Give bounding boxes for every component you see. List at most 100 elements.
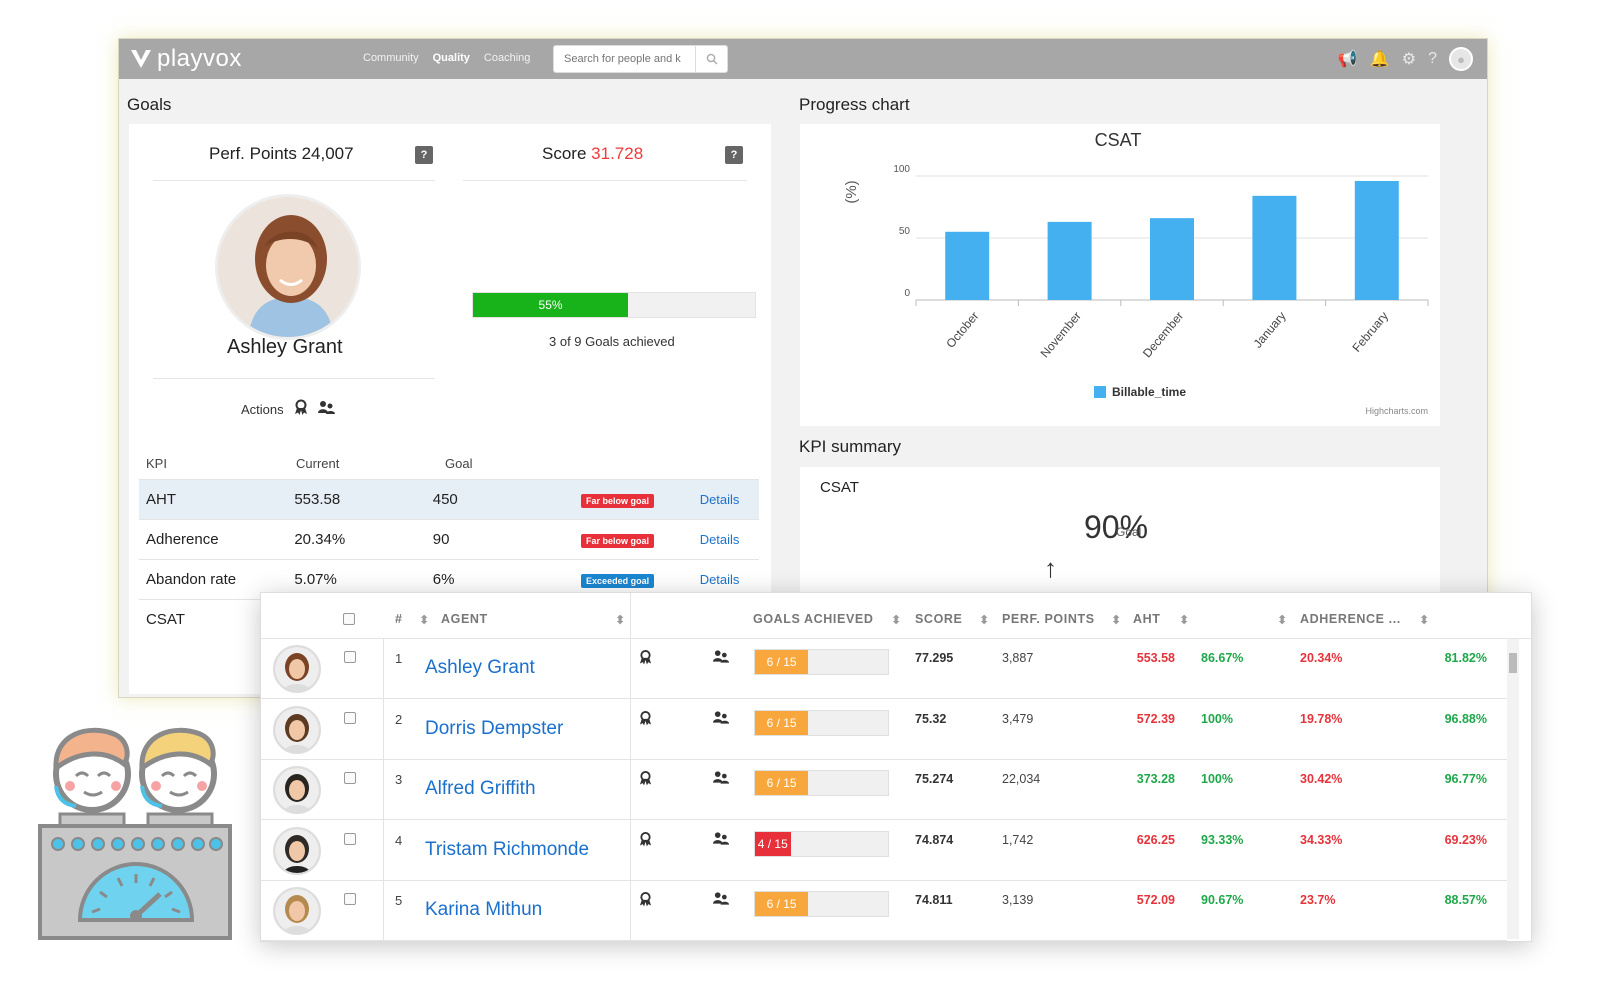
kpi-row[interactable]: Adherence 20.34% 90 Far below goal Detai… bbox=[139, 519, 759, 559]
trend-up-arrow-icon: ↑ bbox=[1044, 553, 1057, 583]
metric-value: 69.23% bbox=[1444, 833, 1487, 847]
score-column-header[interactable]: SCORE bbox=[915, 612, 962, 626]
score-value: 74.874 bbox=[915, 833, 954, 847]
award-icon[interactable] bbox=[294, 399, 308, 419]
table-row[interactable]: 5 Karina Mithun 6 / 15 74.811 3,139 572.… bbox=[261, 881, 1507, 941]
call-center-mascot-illustration bbox=[38, 727, 232, 940]
award-icon[interactable] bbox=[639, 710, 652, 731]
coaching-icon[interactable] bbox=[317, 400, 336, 418]
sort-icon[interactable]: ⬍ bbox=[419, 612, 430, 627]
goals-achieved-text: 3 of 9 Goals achieved bbox=[549, 334, 675, 349]
scrollbar[interactable] bbox=[1507, 639, 1519, 939]
perf-points-value: 1,742 bbox=[1002, 833, 1034, 847]
agent-name-link[interactable]: Alfred Griffith bbox=[425, 778, 536, 800]
table-row[interactable]: 3 Alfred Griffith 6 / 15 75.274 22,034 3… bbox=[261, 760, 1507, 820]
agent-name-link[interactable]: Dorris Dempster bbox=[425, 718, 563, 740]
bell-icon[interactable]: 🔔 bbox=[1370, 49, 1390, 69]
sort-icon[interactable]: ⬍ bbox=[1179, 612, 1190, 627]
row-checkbox[interactable] bbox=[344, 712, 356, 724]
row-checkbox[interactable] bbox=[344, 893, 356, 905]
coaching-icon[interactable] bbox=[713, 831, 730, 848]
avatar[interactable] bbox=[273, 645, 321, 693]
avatar[interactable] bbox=[273, 827, 321, 875]
nav-quality[interactable]: Quality bbox=[433, 52, 470, 64]
status-badge: Exceeded goal bbox=[581, 574, 655, 588]
adherence-column-header[interactable]: ADHERENCE ... bbox=[1300, 612, 1401, 626]
score-value: 74.811 bbox=[915, 893, 953, 907]
details-link[interactable]: Details bbox=[700, 572, 759, 587]
logo-text: playvox bbox=[157, 45, 242, 72]
current-column-header: Current bbox=[296, 455, 340, 471]
search-icon[interactable] bbox=[695, 46, 727, 72]
num-column-header[interactable]: # bbox=[395, 612, 403, 626]
avatar[interactable] bbox=[273, 766, 321, 814]
perf-points-help-button[interactable]: ? bbox=[415, 146, 433, 164]
goals-achieved-bar: 6 / 15 bbox=[754, 770, 889, 796]
aht-value: 572.09 bbox=[1136, 893, 1175, 907]
goals-achieved-fill: 6 / 15 bbox=[755, 892, 809, 916]
agent-name-link[interactable]: Tristam Richmonde bbox=[425, 839, 589, 861]
row-checkbox[interactable] bbox=[344, 772, 356, 784]
details-link[interactable]: Details bbox=[700, 492, 759, 507]
row-checkbox[interactable] bbox=[344, 833, 356, 845]
nav-community[interactable]: Community bbox=[363, 52, 419, 64]
progress-chart-panel: CSAT (%) 0 50 100 October November December Janu… bbox=[800, 124, 1440, 426]
coaching-icon[interactable] bbox=[713, 710, 730, 727]
agent-name: Ashley Grant bbox=[227, 336, 343, 358]
row-checkbox[interactable] bbox=[344, 651, 356, 663]
aht-column-header[interactable]: AHT bbox=[1133, 612, 1161, 626]
perf-points-column-header[interactable]: PERF. POINTS bbox=[1002, 612, 1095, 626]
megaphone-icon[interactable]: 📢 bbox=[1338, 49, 1358, 69]
status-badge: Far below goal bbox=[581, 534, 655, 548]
rank-number: 5 bbox=[395, 893, 403, 908]
award-icon[interactable] bbox=[639, 831, 652, 852]
sort-icon[interactable]: ⬍ bbox=[1111, 612, 1122, 627]
sort-icon[interactable]: ⬍ bbox=[979, 612, 990, 627]
agent-column-header[interactable]: AGENT bbox=[441, 612, 488, 626]
coaching-icon[interactable] bbox=[713, 891, 730, 908]
table-row[interactable]: 1 Ashley Grant 6 / 15 77.295 3,887 553.5… bbox=[261, 639, 1507, 699]
award-icon[interactable] bbox=[639, 649, 652, 670]
metric-value: 96.88% bbox=[1444, 712, 1487, 726]
details-link[interactable]: Details bbox=[700, 532, 759, 547]
table-row[interactable]: 2 Dorris Dempster 6 / 15 75.32 3,479 572… bbox=[261, 700, 1507, 760]
score-heading: Score 31.728 bbox=[542, 144, 643, 164]
kpi-name: Abandon rate bbox=[146, 571, 237, 588]
award-icon[interactable] bbox=[639, 891, 652, 912]
sort-icon[interactable]: ⬍ bbox=[1419, 612, 1430, 627]
metric-value: 88.57% bbox=[1444, 893, 1487, 907]
coaching-icon[interactable] bbox=[713, 770, 730, 787]
playvox-logo[interactable]: playvox bbox=[129, 45, 242, 73]
aht-value: 553.58 bbox=[1136, 651, 1175, 665]
avatar[interactable] bbox=[273, 706, 321, 754]
avatar[interactable] bbox=[273, 887, 321, 935]
user-avatar-icon[interactable]: ● bbox=[1449, 47, 1473, 71]
gear-icon[interactable]: ⚙ bbox=[1402, 49, 1416, 69]
adherence-value: 19.78% bbox=[1300, 712, 1343, 726]
award-icon[interactable] bbox=[639, 770, 652, 791]
table-row[interactable]: 4 Tristam Richmonde 4 / 15 74.874 1,742 … bbox=[261, 821, 1507, 881]
metric-value: 90.67% bbox=[1201, 893, 1244, 907]
sort-icon[interactable]: ⬍ bbox=[615, 612, 626, 627]
agent-name-link[interactable]: Ashley Grant bbox=[425, 657, 535, 679]
agent-name-link[interactable]: Karina Mithun bbox=[425, 899, 542, 921]
select-all-checkbox[interactable] bbox=[343, 613, 355, 625]
goals-progress-bar: 55% bbox=[472, 292, 756, 318]
scrollbar-thumb[interactable] bbox=[1509, 653, 1517, 673]
search-box bbox=[553, 45, 728, 73]
coaching-icon[interactable] bbox=[713, 649, 730, 666]
goals-achieved-fill: 6 / 15 bbox=[755, 711, 809, 735]
score-help-button[interactable]: ? bbox=[725, 146, 743, 164]
kpi-row[interactable]: AHT 553.58 450 Far below goal Details bbox=[139, 479, 759, 519]
nav-coaching[interactable]: Coaching bbox=[484, 52, 530, 64]
y-tick-label: 100 bbox=[893, 164, 910, 175]
sort-icon[interactable]: ⬍ bbox=[1277, 612, 1288, 627]
help-icon[interactable]: ? bbox=[1428, 50, 1437, 68]
chart-bar bbox=[1150, 218, 1194, 300]
sort-icon[interactable]: ⬍ bbox=[891, 612, 902, 627]
kpi-goal: 90 bbox=[432, 531, 450, 548]
perf-points-heading: Perf. Points 24,007 bbox=[209, 144, 354, 163]
goals-achieved-bar: 6 / 15 bbox=[754, 710, 889, 736]
goals-column-header[interactable]: GOALS ACHIEVED bbox=[753, 612, 873, 626]
search-input[interactable] bbox=[554, 46, 696, 72]
